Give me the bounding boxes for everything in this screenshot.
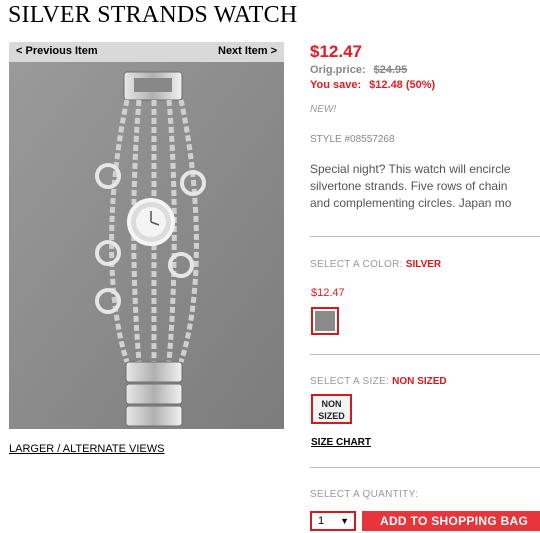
product-description: Special night? This watch will encircle … — [310, 161, 511, 212]
size-label: SELECT A SIZE: — [310, 376, 390, 387]
savings-value: $12.48 (50%) — [369, 79, 436, 91]
item-navigation-bar: < Previous Item Next Item > — [9, 42, 284, 62]
product-image[interactable] — [9, 62, 284, 429]
size-chart-link[interactable]: SIZE CHART — [311, 437, 371, 448]
original-price: Orig.price: $24.95 — [310, 64, 407, 76]
swatch-price: $12.47 — [311, 287, 345, 299]
divider — [310, 467, 540, 468]
larger-views-link[interactable]: LARGER / ALTERNATE VIEWS — [9, 443, 164, 455]
size-option-line: SIZED — [318, 411, 345, 421]
description-line: Special night? This watch will encircle — [310, 162, 511, 176]
size-value: NON SIZED — [392, 376, 447, 387]
quantity-label: SELECT A QUANTITY: — [310, 489, 419, 500]
size-option-label: SELECT A SIZE: NON SIZED — [310, 376, 447, 387]
style-number: STYLE #08557268 — [310, 134, 395, 145]
quantity-value: 1 — [318, 515, 325, 527]
quantity-select[interactable]: 1 ▼ — [310, 511, 356, 531]
new-badge: NEW! — [310, 104, 337, 115]
savings-label: You save: — [310, 79, 362, 91]
size-option-line: NON — [321, 399, 342, 409]
description-line: silvertone strands. Five rows of chain — [310, 179, 508, 193]
divider — [310, 354, 540, 355]
original-price-label: Orig.price: — [310, 64, 366, 76]
color-label: SELECT A COLOR: — [310, 259, 403, 270]
previous-item-link[interactable]: < Previous Item — [16, 45, 98, 57]
color-value: SILVER — [405, 259, 442, 270]
savings: You save: $12.48 (50%) — [310, 79, 435, 91]
product-details: $12.47 Orig.price: $24.95 You save: $12.48… — [310, 0, 540, 533]
product-title: SILVER STRANDS WATCH — [8, 2, 298, 28]
divider — [310, 236, 540, 237]
chevron-down-icon: ▼ — [340, 516, 349, 526]
sale-price: $12.47 — [310, 42, 362, 61]
color-swatch-silver[interactable] — [311, 307, 339, 335]
description-line: and complementing circles. Japan mo — [310, 196, 512, 210]
color-option-label: SELECT A COLOR: SILVER — [310, 259, 441, 270]
add-to-bag-button[interactable]: ADD TO SHOPPING BAG — [362, 511, 540, 531]
swatch-thumbnail — [315, 311, 335, 331]
size-option-non-sized[interactable]: NON SIZED — [311, 394, 352, 424]
watch-photo-icon — [9, 62, 284, 429]
original-price-value: $24.95 — [373, 64, 408, 76]
next-item-link[interactable]: Next Item > — [218, 45, 277, 57]
